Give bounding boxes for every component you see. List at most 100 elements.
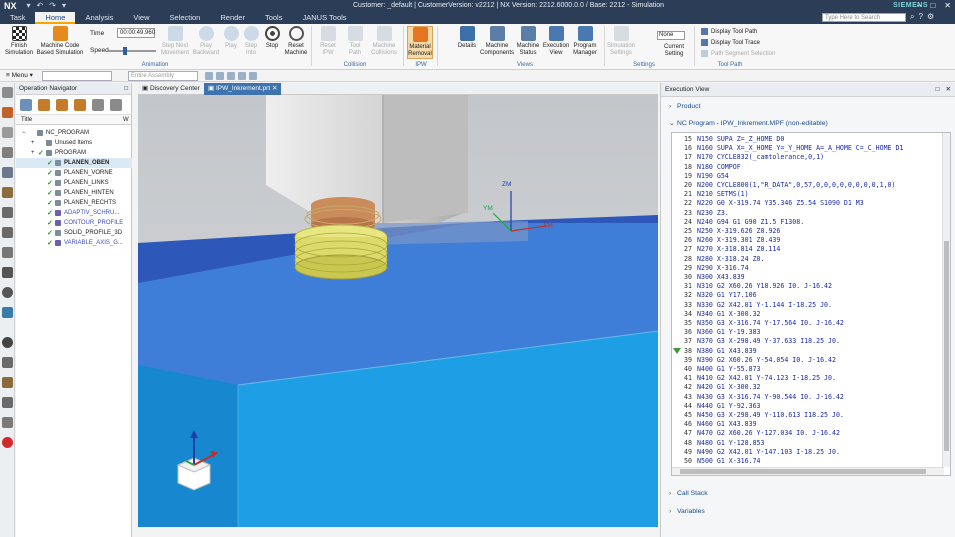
navigator-row[interactable]: ✓ PLANEN_OBEN — [16, 158, 132, 168]
code-line[interactable]: 32 N320 G1 Y17.106 — [672, 291, 940, 300]
cut-icon[interactable] — [92, 99, 104, 111]
navigator-row[interactable]: ✓ VARIABLE_AXIS_G... — [16, 238, 132, 248]
manufacturing-wizards-icon[interactable] — [2, 397, 13, 408]
panel-close-icon[interactable]: ✕ — [946, 83, 951, 97]
code-line[interactable]: 17 N170 CYCLE832(_camtolerance,0,1) — [672, 153, 940, 162]
extension-icon[interactable] — [2, 437, 13, 448]
code-line[interactable]: 23 N230 Z3. — [672, 209, 940, 218]
history-clock-icon[interactable] — [2, 337, 13, 348]
code-line[interactable]: 35 N350 G3 X-316.74 Y-17.564 I0. J-16.42 — [672, 319, 940, 328]
filter-icon[interactable] — [205, 72, 213, 80]
panel-close-icon[interactable]: □ — [124, 83, 128, 95]
code-line[interactable]: 31 N310 G2 X60.26 Y18.926 I0. J-16.42 — [672, 282, 940, 291]
time-field[interactable]: 00:00:49.960 — [117, 28, 155, 38]
navigator-row[interactable]: ✓ PLANEN_RECHTS — [16, 198, 132, 208]
stop-button[interactable]: Stop — [262, 26, 282, 50]
speed-slider[interactable] — [108, 47, 156, 55]
section-product[interactable]: › Product — [661, 100, 955, 113]
part-navigator-icon[interactable] — [2, 167, 13, 178]
play-backward-button[interactable]: Play Backward — [193, 26, 219, 56]
code-line[interactable]: 15 N150 SUPA Z=_Z_HOME D0 — [672, 135, 940, 144]
code-line[interactable]: 49 N490 G2 X42.01 Y-147.103 I-18.25 J0. — [672, 448, 940, 457]
material-removal-button[interactable]: Material Removal — [407, 26, 433, 59]
machine-components-button[interactable]: Machine Components — [480, 26, 514, 56]
assembly-navigator-icon[interactable] — [2, 127, 13, 138]
feature-icon[interactable] — [2, 247, 13, 258]
tab-selection[interactable]: Selection — [160, 12, 211, 24]
tab-analysis[interactable]: Analysis — [75, 12, 123, 24]
navigator-row[interactable]: + ✓ PROGRAM — [16, 148, 132, 158]
speed-slider-thumb[interactable] — [122, 47, 127, 55]
code-line[interactable]: 41 N410 G2 X42.01 Y-74.123 I-18.25 J0. — [672, 374, 940, 383]
current-setting-select[interactable]: None — [657, 31, 685, 40]
navigator-row[interactable]: ✓ ADAPTIV_SCHRU... — [16, 208, 132, 218]
tab-ipw-inkrement-part[interactable]: ▣ IPW_Inkrement.prt ✕ — [204, 83, 282, 95]
finish-simulation-button[interactable]: Finish Simulation — [4, 26, 34, 56]
display-tool-path-item[interactable]: Display Tool Path — [701, 28, 757, 35]
navigator-row[interactable]: ✓ PLANEN_LINKS — [16, 178, 132, 188]
minimize-icon[interactable]: – — [917, 0, 921, 11]
quick-access-more-icon[interactable]: ▾ — [62, 1, 66, 10]
close-icon[interactable]: ✕ — [944, 0, 951, 11]
save-icon[interactable]: ▾ — [27, 1, 31, 10]
maximize-icon[interactable]: □ — [930, 0, 935, 11]
code-line[interactable]: 37 N370 G3 X-298.49 Y-37.633 I18.25 J0. — [672, 337, 940, 346]
redo-icon[interactable]: ↷ — [49, 1, 56, 10]
code-line[interactable]: 42 N420 G1 X-300.32 — [672, 383, 940, 392]
tree-toggle-icon[interactable]: + — [31, 148, 35, 158]
search-icon[interactable]: ⌕ — [910, 12, 914, 22]
step-into-button[interactable]: Step Into — [241, 26, 261, 56]
selection-filter-dropdown[interactable] — [42, 71, 112, 81]
code-line[interactable]: 43 N430 G3 X-316.74 Y-90.544 I0. J-16.42 — [672, 393, 940, 402]
simulation-settings-button[interactable]: Simulation Settings — [607, 26, 635, 56]
play-button[interactable]: Play — [222, 26, 240, 50]
code-line[interactable]: 34 N340 G1 X-300.32 — [672, 310, 940, 319]
snap-icon[interactable] — [227, 72, 235, 80]
navigator-row[interactable]: ✓ PLANEN_HINTEN — [16, 188, 132, 198]
code-line[interactable]: 21 N210 SETMS(1) — [672, 190, 940, 199]
code-line[interactable]: 36 N360 G1 Y-19.383 — [672, 328, 940, 337]
code-line[interactable]: 27 N270 X-318.814 Z0.114 — [672, 245, 940, 254]
step-next-movement-button[interactable]: Step Next Movement — [160, 26, 190, 56]
tab-task[interactable]: Task — [0, 12, 35, 24]
tab-render[interactable]: Render — [210, 12, 255, 24]
program-manager-button[interactable]: Program Manager — [572, 26, 598, 56]
execution-view-button[interactable]: Execution View — [542, 26, 570, 56]
nc-program-code[interactable]: 15 N150 SUPA Z=_Z_HOME D0 16 N160 SUPA X=_X… — [671, 132, 951, 476]
constraint-icon[interactable] — [2, 147, 13, 158]
visualization-icon[interactable] — [2, 417, 13, 428]
tab-discovery-center[interactable]: ▣ Discovery Center — [138, 83, 204, 95]
machine-collisions-button[interactable]: Machine Collisions — [370, 26, 398, 56]
code-line[interactable]: 28 N280 X-318.24 Z0. — [672, 255, 940, 264]
code-line[interactable]: 47 N470 G2 X60.26 Y-127.034 I0. J-16.42 — [672, 429, 940, 438]
graphics-window[interactable]: ZM YM XM — [138, 95, 658, 527]
geometry-view-icon[interactable] — [56, 99, 68, 111]
help-icon[interactable]: ? — [918, 12, 922, 22]
tool-icon[interactable] — [2, 227, 13, 238]
view-icon[interactable] — [238, 72, 246, 80]
code-line[interactable]: 50 N500 G1 X-316.74 — [672, 457, 940, 466]
tree-toggle-icon[interactable]: − — [22, 128, 26, 138]
code-line[interactable]: 29 N290 X-316.74 — [672, 264, 940, 273]
path-segment-selection-item[interactable]: Path Segment Selection — [701, 50, 775, 57]
simulation-scene[interactable]: ZM YM XM — [138, 95, 658, 527]
tree-toggle-icon[interactable]: + — [31, 138, 35, 148]
select-icon[interactable] — [216, 72, 224, 80]
scrollbar-thumb[interactable] — [680, 469, 926, 474]
code-line[interactable]: 38 N380 G1 X43.839 — [672, 347, 940, 356]
reuse-library-icon[interactable] — [2, 307, 13, 318]
tab-close-icon[interactable]: ✕ — [272, 85, 277, 92]
settings-icon[interactable]: ⚙ — [927, 12, 934, 22]
render-icon[interactable] — [249, 72, 257, 80]
tab-home[interactable]: Home — [35, 12, 76, 24]
tab-view[interactable]: View — [123, 12, 159, 24]
program-order-view-icon[interactable] — [20, 99, 32, 111]
code-line[interactable]: 33 N330 G2 X42.01 Y-1.144 I-18.25 J0. — [672, 301, 940, 310]
system-materials-icon[interactable] — [2, 357, 13, 368]
panel-restore-icon[interactable]: □ — [936, 83, 940, 97]
machine-code-simulation-button[interactable]: Machine Code Based Simulation — [36, 26, 84, 56]
undo-icon[interactable]: ↶ — [37, 1, 44, 10]
code-horizontal-scrollbar[interactable] — [672, 467, 944, 475]
delete-icon[interactable] — [110, 99, 122, 111]
tab-tools[interactable]: Tools — [255, 12, 293, 24]
